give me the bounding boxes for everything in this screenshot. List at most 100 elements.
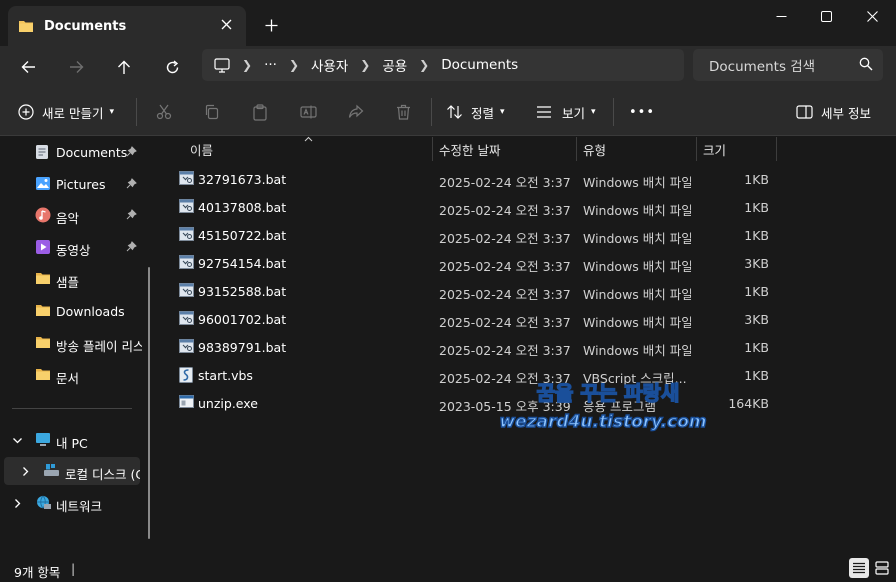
toolbar-divider [136,98,137,126]
table-row[interactable]: 96001702.bat 2025-02-24 오전 3:37 Windows 배치… [160,305,896,333]
network-icon [37,495,51,509]
column-header-name-label: 이름 [190,142,214,158]
tiles-view-icon [875,561,889,575]
file-name: unzip.exe [198,396,258,411]
sidebar-item-network[interactable]: 네트워크 [0,489,150,517]
folder-icon [36,305,50,316]
table-row[interactable]: 92754154.bat 2025-02-24 오전 3:37 Windows 배치… [160,249,896,277]
chevron-right-icon: ❯ [242,58,253,72]
sidebar-item-label: 문서 [56,371,80,386]
refresh-button[interactable] [156,52,188,82]
new-button[interactable]: 새로 만들기 ▾ [18,100,114,124]
column-divider[interactable] [576,137,577,161]
table-row[interactable]: start.vbs 2025-02-24 오전 3:37 VBScript 스크립.… [160,361,896,389]
minimize-button[interactable] [758,0,804,32]
new-tab-button[interactable] [260,14,282,36]
sidebar-item-downloads[interactable]: Downloads [0,297,150,325]
close-icon [866,10,878,22]
sidebar-item-pictures[interactable]: Pictures [0,170,150,198]
details-pane-button[interactable]: 세부 정보 [796,100,871,124]
column-divider[interactable] [432,137,433,161]
vbs-file-icon [179,367,193,386]
chevron-right-icon[interactable] [12,497,23,512]
close-icon[interactable] [216,14,236,34]
sidebar-item-label: 음악 [56,211,80,226]
details-label: 세부 정보 [821,105,871,121]
sidebar-item-label: Pictures [56,177,106,192]
delete-button[interactable] [396,100,411,124]
sort-label: 정렬 [471,105,495,121]
new-label: 새로 만들기 [42,105,104,121]
table-row[interactable]: 32791673.bat 2025-02-24 오전 3:37 Windows 배치… [160,165,896,193]
sidebar-item-documents[interactable]: Documents [0,138,150,166]
cut-button[interactable] [156,100,172,124]
view-button[interactable]: 보기 ▾ [536,100,596,124]
column-header-date[interactable]: 수정한 날짜 [439,137,500,161]
minimize-icon [776,15,786,17]
trash-icon [397,104,410,120]
breadcrumb-more[interactable]: ··· [264,57,277,73]
sidebar-item-samples[interactable]: 샘플 [0,265,150,293]
bat-file-icon [179,227,194,244]
breadcrumb-users[interactable]: 사용자 [311,55,348,75]
back-button[interactable] [12,52,44,82]
sort-icon [447,105,462,119]
sidebar-item-music[interactable]: 음악 [0,201,150,229]
address-input[interactable]: ❯ ··· ❯ 사용자 ❯ 공용 ❯ Documents [202,49,684,81]
file-date: 2025-02-24 오전 3:37 [439,175,571,190]
documents-icon [36,145,48,159]
table-row[interactable]: unzip.exe 2023-05-15 오후 3:39 응용 프로그램 164KB [160,389,896,417]
bat-file-icon [179,171,194,188]
copy-button[interactable] [204,100,220,124]
sidebar-item-label: 샘플 [56,275,80,290]
details-view-button[interactable] [849,558,869,578]
column-divider[interactable] [696,137,697,161]
rename-button[interactable] [300,100,317,124]
sidebar-item-local-disk[interactable]: 로컬 디스크 (C [4,457,140,485]
pin-icon [126,241,137,252]
file-type: Windows 배치 파일 [583,343,691,358]
view-label: 보기 [562,105,586,121]
table-row[interactable]: 98389791.bat 2025-02-24 오전 3:37 Windows 배치… [160,333,896,361]
item-count: 9개 항목 [14,565,61,580]
file-date: 2025-02-24 오전 3:37 [439,231,571,246]
share-button[interactable] [348,100,364,124]
file-type: Windows 배치 파일 [583,287,691,302]
folder-icon [36,369,50,380]
window-close-button[interactable] [849,0,895,32]
maximize-button[interactable] [803,0,849,32]
sidebar-item-video[interactable]: 동영상 [0,233,150,261]
sidebar-item-this-pc[interactable]: 내 PC [0,426,150,454]
search-input[interactable]: Documents 검색 [693,49,883,81]
sort-button[interactable]: 정렬 ▾ [446,100,505,124]
bat-file-icon [179,311,194,328]
column-header-type[interactable]: 유형 [583,137,606,161]
column-header-size[interactable]: 크기 [703,137,726,161]
sidebar-item-playlist[interactable]: 방송 플레이 리스 [0,329,142,357]
up-button[interactable] [108,52,140,82]
column-header-name[interactable]: 이름 [190,137,213,161]
file-size: 1KB [744,172,769,187]
tab-documents[interactable]: Documents [8,6,246,46]
breadcrumb-documents[interactable]: Documents [441,57,518,73]
sidebar-scrollbar[interactable] [148,267,150,539]
share-icon [348,104,364,118]
paste-button[interactable] [252,100,268,124]
chevron-right-icon[interactable] [20,465,31,480]
file-size: 1KB [744,200,769,215]
file-size: 1KB [744,284,769,299]
sidebar-item-label: 동영상 [56,243,91,258]
sidebar-item-docs-kr[interactable]: 문서 [0,361,150,389]
table-row[interactable]: 93152588.bat 2025-02-24 오전 3:37 Windows 배치… [160,277,896,305]
chevron-down-icon[interactable] [12,434,23,449]
command-bar: 새로 만들기 ▾ 정렬 ▾ 보기 ▾ ••• 세부 정보 [0,88,896,136]
column-divider[interactable] [776,137,777,161]
music-icon [35,207,51,223]
breadcrumb-public[interactable]: 공용 [382,55,407,75]
more-options-button[interactable]: ••• [629,100,655,124]
refresh-icon [166,59,178,73]
forward-button[interactable] [60,52,92,82]
table-row[interactable]: 40137808.bat 2025-02-24 오전 3:37 Windows 배치… [160,193,896,221]
thumbnail-view-button[interactable] [872,558,892,578]
table-row[interactable]: 45150722.bat 2025-02-24 오전 3:37 Windows 배치… [160,221,896,249]
